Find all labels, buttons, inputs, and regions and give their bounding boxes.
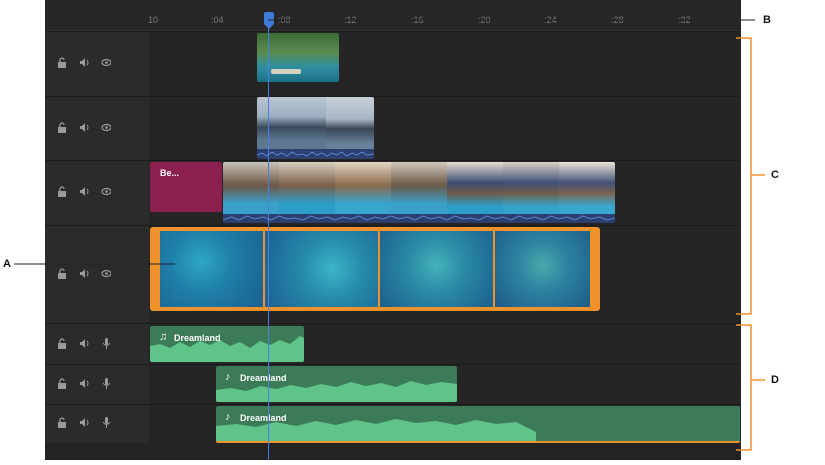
callout-a-label: A: [3, 258, 11, 270]
playhead-line[interactable]: [268, 24, 269, 460]
callout-lines: [14, 19, 765, 451]
bracket-c: [736, 37, 752, 315]
callout-b-label: B: [763, 14, 771, 26]
bracket-d: [736, 324, 752, 451]
callout-c-label: C: [771, 169, 779, 181]
callout-d-label: D: [771, 374, 779, 386]
